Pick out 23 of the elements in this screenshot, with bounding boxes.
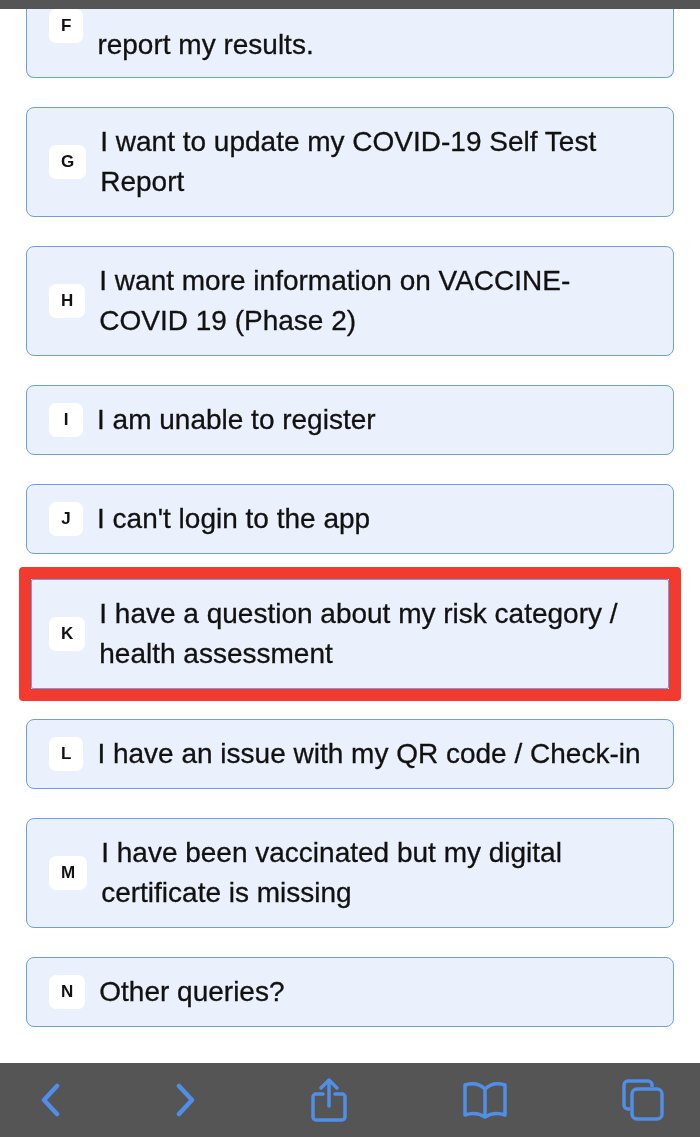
option-button[interactable]: K I have a question about my risk category / health assessment <box>31 579 669 689</box>
forward-chevron-icon[interactable] <box>175 1083 196 1117</box>
tabs-icon[interactable] <box>622 1079 664 1121</box>
option-button[interactable]: G I want to update my COVID-19 Self Test Report <box>26 107 674 217</box>
option-button[interactable]: N Other queries? <box>26 957 674 1027</box>
share-icon[interactable] <box>311 1078 347 1122</box>
option-letter: J <box>49 502 83 536</box>
option-letter: M <box>49 856 88 890</box>
option-letter: N <box>49 975 86 1009</box>
option-letter: K <box>49 617 86 651</box>
option-letter: L <box>49 737 84 771</box>
option-letter: G <box>49 145 87 179</box>
option-letter: I <box>49 403 83 437</box>
option-button[interactable]: L I have an issue with my QR code / Check-in <box>26 719 674 789</box>
option-letter: H <box>49 284 86 318</box>
option-letter: F <box>49 9 84 43</box>
option-button[interactable]: I I am unable to register <box>26 385 674 455</box>
option-button[interactable]: H I want more information on VACCINE-COVID 19 (Phase 2) <box>26 246 674 356</box>
option-button[interactable]: F report my results. <box>26 9 674 78</box>
back-chevron-icon[interactable] <box>40 1083 60 1117</box>
option-button[interactable]: J I can't login to the app <box>26 484 674 554</box>
option-button[interactable]: M I have been vaccinated but my digital certificate is missing <box>26 818 674 928</box>
book-icon[interactable] <box>462 1081 507 1119</box>
